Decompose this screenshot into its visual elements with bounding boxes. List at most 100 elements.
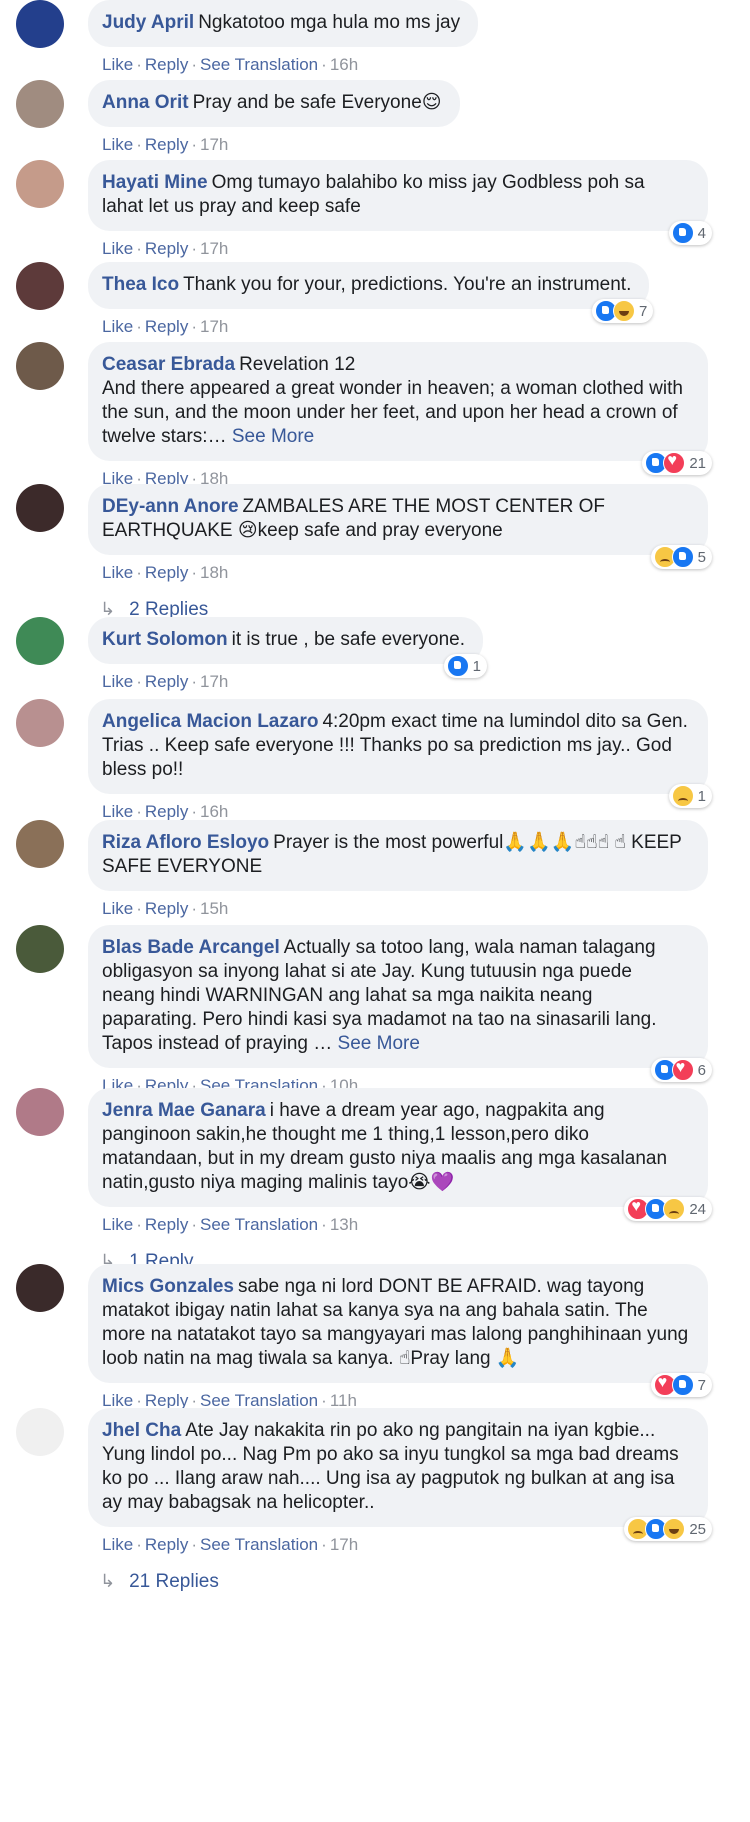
- reaction-summary[interactable]: 7: [650, 1373, 712, 1397]
- reaction-summary[interactable]: 25: [624, 1517, 712, 1541]
- avatar[interactable]: [16, 484, 64, 532]
- commenter-name[interactable]: Jenra Mae Ganara: [102, 1100, 266, 1121]
- separator-dot: ·: [136, 672, 142, 691]
- comment-text: And there appeared a great wonder in hea…: [102, 378, 683, 447]
- haha-reaction-icon: [613, 300, 636, 322]
- comment-timestamp[interactable]: 16h: [200, 802, 228, 821]
- comment: Ceasar Ebrada Revelation 12 And there appe…: [0, 342, 712, 489]
- reply-button[interactable]: Reply: [145, 1535, 188, 1554]
- comment-bubble-wrap: Jenra Mae Ganara i have a dream year ago,…: [88, 1088, 712, 1221]
- avatar[interactable]: [16, 699, 64, 747]
- avatar[interactable]: [16, 925, 64, 973]
- view-replies-link[interactable]: ↳ 21 Replies: [88, 1555, 708, 1593]
- commenter-name[interactable]: Ceasar Ebrada: [102, 354, 235, 375]
- separator-dot: ·: [191, 239, 197, 258]
- reaction-summary[interactable]: 6: [650, 1058, 712, 1082]
- commenter-name[interactable]: Mics Gonzales: [102, 1276, 234, 1297]
- comment-timestamp[interactable]: 17h: [200, 672, 228, 691]
- commenter-name[interactable]: Anna Orit: [102, 92, 189, 113]
- like-button[interactable]: Like: [102, 802, 133, 821]
- avatar[interactable]: [16, 1264, 64, 1312]
- comment-actions: Like · Reply · 17h: [88, 309, 649, 337]
- reaction-summary[interactable]: 1: [443, 654, 488, 678]
- commenter-name[interactable]: Kurt Solomon: [102, 629, 228, 650]
- reply-button[interactable]: Reply: [145, 563, 188, 582]
- see-more-link[interactable]: See More: [332, 1033, 420, 1054]
- reaction-summary[interactable]: 21: [642, 451, 712, 475]
- avatar[interactable]: [16, 342, 64, 390]
- see-more-link[interactable]: See More: [227, 426, 314, 447]
- like-button[interactable]: Like: [102, 672, 133, 691]
- reaction-count: 4: [697, 224, 706, 242]
- commenter-name[interactable]: Blas Bade Arcangel: [102, 937, 280, 958]
- reaction-summary[interactable]: 5: [650, 545, 712, 569]
- comment-bubble-wrap: Judy April Ngkatotoo mga hula mo ms jay: [88, 0, 479, 47]
- comment: Angelica Macion Lazaro 4:20pm exact time …: [0, 699, 712, 822]
- like-button[interactable]: Like: [102, 1535, 133, 1554]
- reply-button[interactable]: Reply: [145, 317, 188, 336]
- commenter-name[interactable]: Hayati Mine: [102, 172, 208, 193]
- avatar[interactable]: [16, 617, 64, 665]
- avatar[interactable]: [16, 1408, 64, 1456]
- avatar[interactable]: [16, 820, 64, 868]
- reply-button[interactable]: Reply: [145, 1215, 188, 1234]
- avatar[interactable]: [16, 0, 64, 48]
- commenter-name[interactable]: Jhel Cha: [102, 1420, 181, 1441]
- see-translation-button[interactable]: See Translation: [200, 1215, 318, 1234]
- comment-timestamp[interactable]: 17h: [200, 317, 228, 336]
- reaction-summary[interactable]: 7: [592, 299, 654, 323]
- comment-timestamp[interactable]: 17h: [200, 135, 228, 154]
- reply-button[interactable]: Reply: [145, 135, 188, 154]
- see-translation-button[interactable]: See Translation: [200, 55, 318, 74]
- separator-dot: ·: [136, 239, 142, 258]
- reply-arrow-icon: ↳: [100, 599, 116, 619]
- commenter-name[interactable]: Riza Afloro Esloyo: [102, 832, 269, 853]
- reply-button[interactable]: Reply: [145, 899, 188, 918]
- reaction-count: 7: [697, 1376, 706, 1394]
- like-button[interactable]: Like: [102, 239, 133, 258]
- commenter-name[interactable]: Angelica Macion Lazaro: [102, 711, 318, 732]
- reply-button[interactable]: Reply: [145, 55, 188, 74]
- like-button[interactable]: Like: [102, 55, 133, 74]
- like-button[interactable]: Like: [102, 1215, 133, 1234]
- commenter-name[interactable]: Thea Ico: [102, 274, 179, 295]
- comment-timestamp[interactable]: 15h: [200, 899, 228, 918]
- reaction-count: 5: [697, 548, 706, 566]
- like-button[interactable]: Like: [102, 899, 133, 918]
- see-translation-button[interactable]: See Translation: [200, 1535, 318, 1554]
- comment-timestamp[interactable]: 17h: [200, 239, 228, 258]
- reaction-count: 24: [689, 1200, 706, 1218]
- like-reaction-icon: [671, 1374, 694, 1396]
- separator-dot: ·: [136, 802, 142, 821]
- avatar[interactable]: [16, 160, 64, 208]
- comment-bubble-wrap: Jhel Cha Ate Jay nakakita rin po ako ng p…: [88, 1408, 712, 1541]
- like-button[interactable]: Like: [102, 135, 133, 154]
- separator-dot: ·: [136, 55, 142, 74]
- separator-dot: ·: [191, 317, 197, 336]
- reply-button[interactable]: Reply: [145, 672, 188, 691]
- comment-text: Pray and be safe Everyone😌: [192, 92, 442, 113]
- commenter-name[interactable]: Judy April: [102, 12, 194, 33]
- view-replies-link[interactable]: ↳ 2 Replies: [88, 583, 708, 621]
- like-button[interactable]: Like: [102, 317, 133, 336]
- comment-timestamp[interactable]: 13h: [330, 1215, 358, 1234]
- commenter-name[interactable]: DEy-ann Anore: [102, 496, 239, 517]
- avatar[interactable]: [16, 1088, 64, 1136]
- comment-timestamp[interactable]: 17h: [330, 1535, 358, 1554]
- reply-button[interactable]: Reply: [145, 239, 188, 258]
- comment: Judy April Ngkatotoo mga hula mo ms jay Li…: [0, 0, 479, 75]
- reaction-summary[interactable]: 24: [624, 1197, 712, 1221]
- comment-bubble-wrap: Hayati Mine Omg tumayo balahibo ko miss j…: [88, 160, 712, 245]
- reaction-summary[interactable]: 1: [668, 784, 712, 808]
- comment-timestamp[interactable]: 18h: [200, 563, 228, 582]
- reply-button[interactable]: Reply: [145, 802, 188, 821]
- comment-bubble: Riza Afloro Esloyo Prayer is the most pow…: [88, 820, 708, 891]
- like-button[interactable]: Like: [102, 563, 133, 582]
- replies-count-label[interactable]: 21 Replies: [129, 1571, 219, 1592]
- avatar[interactable]: [16, 262, 64, 310]
- comment-text: Thank you for your, predictions. You're …: [183, 274, 632, 295]
- reaction-summary[interactable]: 4: [668, 221, 712, 245]
- separator-dot: ·: [191, 135, 197, 154]
- avatar[interactable]: [16, 80, 64, 128]
- comment-timestamp[interactable]: 16h: [330, 55, 358, 74]
